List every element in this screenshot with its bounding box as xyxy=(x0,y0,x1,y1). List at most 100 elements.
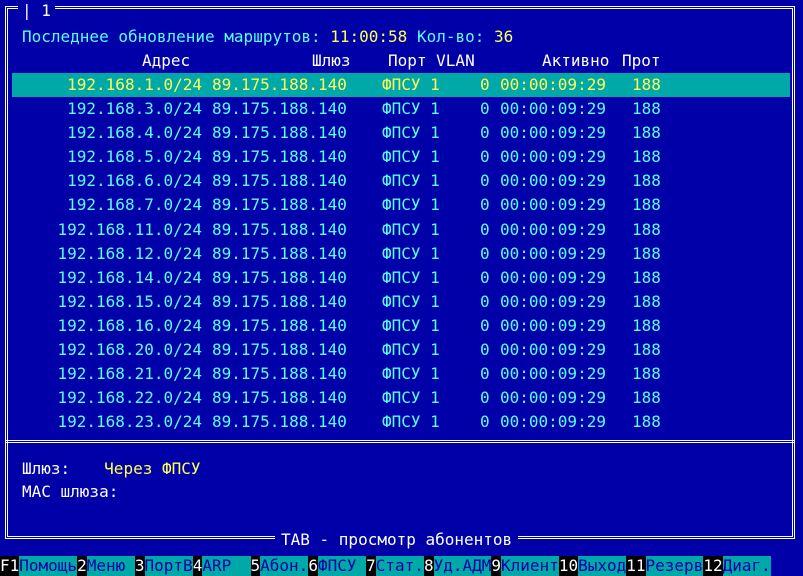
route-active: 00:00:09:29 xyxy=(500,195,606,215)
route-vlan: 0 xyxy=(480,219,490,239)
route-active: 00:00:09:29 xyxy=(500,315,606,335)
route-row[interactable]: 192.168.21.0/24 89.175.188.140 ФПСУ 1 0 00:0… xyxy=(12,362,790,386)
route-active: 00:00:09:29 xyxy=(500,291,606,311)
fkey-label: ФПСУ xyxy=(317,556,367,576)
fkey-12[interactable]: 12 Диаг. xyxy=(703,556,771,576)
route-active: 00:00:09:29 xyxy=(500,412,606,432)
fkey-label: Стат. xyxy=(375,556,424,576)
route-row[interactable]: 192.168.12.0/24 89.175.188.140 ФПСУ 1 0 00:0… xyxy=(12,242,790,266)
fkey-label: Уд.АДМ xyxy=(433,556,492,576)
route-gateway: 89.175.188.140 xyxy=(212,364,347,384)
route-row[interactable]: 192.168.11.0/24 89.175.188.140 ФПСУ 1 0 00:0… xyxy=(12,218,790,242)
window-tab-indicator[interactable]: | 1 xyxy=(18,0,55,22)
route-protocol: 188 xyxy=(632,123,661,143)
route-port: ФПСУ 1 xyxy=(382,315,440,335)
route-gateway: 89.175.188.140 xyxy=(212,412,347,432)
route-port: ФПСУ 1 xyxy=(382,147,440,167)
route-vlan: 0 xyxy=(480,171,490,191)
route-row[interactable]: 192.168.1.0/24 89.175.188.140 ФПСУ 1 0 00:00… xyxy=(12,73,790,98)
fkey-4[interactable]: 4 ARP xyxy=(192,556,251,576)
route-address: 192.168.5.0/24 xyxy=(67,147,202,167)
route-vlan: 0 xyxy=(480,195,490,215)
col-header-protocol: Прот xyxy=(622,51,661,70)
route-gateway: 89.175.188.140 xyxy=(212,123,347,143)
route-protocol: 188 xyxy=(632,75,661,94)
gateway-label: Шлюз: xyxy=(22,459,71,478)
route-gateway: 89.175.188.140 xyxy=(212,267,347,287)
route-count: 36 xyxy=(494,27,514,46)
route-row[interactable]: 192.168.15.0/24 89.175.188.140 ФПСУ 1 0 00:0… xyxy=(12,290,790,314)
route-gateway: 89.175.188.140 xyxy=(212,340,347,360)
route-gateway: 89.175.188.140 xyxy=(212,195,347,215)
fkey-6[interactable]: 6 ФПСУ xyxy=(308,556,367,576)
route-active: 00:00:09:29 xyxy=(500,364,606,384)
fkey-number: F1 xyxy=(0,556,20,576)
fkey-2[interactable]: 2 Меню xyxy=(77,556,135,576)
route-row[interactable]: 192.168.14.0/24 89.175.188.140 ФПСУ 1 0 00:0… xyxy=(12,266,790,290)
route-port: ФПСУ 1 xyxy=(382,364,440,384)
fkey-label: Меню xyxy=(86,556,135,576)
route-active: 00:00:09:29 xyxy=(500,147,606,167)
route-row[interactable]: 192.168.23.0/24 89.175.188.140 ФПСУ 1 0 00:0… xyxy=(12,410,790,434)
route-row[interactable]: 192.168.5.0/24 89.175.188.140 ФПСУ 1 0 00:00… xyxy=(12,145,790,169)
fkey-10[interactable]: 10 Выход xyxy=(558,556,627,576)
route-gateway: 89.175.188.140 xyxy=(212,291,347,311)
route-vlan: 0 xyxy=(480,364,490,384)
fkey-5[interactable]: 5 Абон. xyxy=(250,556,309,576)
route-port: ФПСУ 1 xyxy=(382,123,440,143)
route-protocol: 188 xyxy=(632,291,661,311)
route-active: 00:00:09:29 xyxy=(500,75,606,94)
route-vlan: 0 xyxy=(480,267,490,287)
route-protocol: 188 xyxy=(632,340,661,360)
route-port: ФПСУ 1 xyxy=(382,388,440,408)
fkey-number: 2 xyxy=(77,556,87,576)
route-row[interactable]: 192.168.16.0/24 89.175.188.140 ФПСУ 1 0 00:0… xyxy=(12,314,790,338)
col-header-port-vlan: Порт VLAN xyxy=(388,51,475,70)
route-vlan: 0 xyxy=(480,99,490,119)
route-address: 192.168.15.0/24 xyxy=(57,291,203,311)
route-row[interactable]: 192.168.3.0/24 89.175.188.140 ФПСУ 1 0 00:00… xyxy=(12,97,790,121)
gateway-value: Через ФПСУ xyxy=(104,459,201,478)
fkey-11[interactable]: 11 Резерв xyxy=(626,556,704,576)
route-gateway: 89.175.188.140 xyxy=(212,171,347,191)
fkey-number: 7 xyxy=(366,556,376,576)
route-gateway: 89.175.188.140 xyxy=(212,388,347,408)
route-address: 192.168.12.0/24 xyxy=(57,243,203,263)
route-port: ФПСУ 1 xyxy=(382,99,440,119)
fkey-7[interactable]: 7 Стат. xyxy=(366,556,424,576)
fkey-1[interactable]: F1 Помощь xyxy=(0,556,78,576)
update-label: Последнее обновление маршрутов: xyxy=(22,27,331,46)
route-gateway: 89.175.188.140 xyxy=(212,147,347,167)
fkey-3[interactable]: 3 ПортВ xyxy=(134,556,193,576)
fkey-label: Клиент xyxy=(501,556,559,576)
route-port: ФПСУ 1 xyxy=(382,195,440,215)
route-address: 192.168.6.0/24 xyxy=(67,171,202,191)
route-protocol: 188 xyxy=(632,219,661,239)
fkey-label: Абон. xyxy=(260,556,309,576)
route-row[interactable]: 192.168.6.0/24 89.175.188.140 ФПСУ 1 0 00:00… xyxy=(12,169,790,193)
route-protocol: 188 xyxy=(632,171,661,191)
gateway-info: Шлюз: Через ФПСУ xyxy=(22,458,201,480)
fkey-8[interactable]: 8 Уд.АДМ xyxy=(423,556,492,576)
route-row[interactable]: 192.168.22.0/24 89.175.188.140 ФПСУ 1 0 00:0… xyxy=(12,386,790,410)
fkey-number: 5 xyxy=(250,556,261,576)
route-row[interactable]: 192.168.4.0/24 89.175.188.140 ФПСУ 1 0 00:00… xyxy=(12,121,790,145)
fkey-number: 6 xyxy=(308,556,318,576)
route-vlan: 0 xyxy=(480,412,490,432)
col-header-active: Активно xyxy=(542,51,610,70)
route-gateway: 89.175.188.140 xyxy=(212,243,347,263)
route-address: 192.168.1.0/24 xyxy=(67,75,202,94)
route-port: ФПСУ 1 xyxy=(382,75,440,94)
route-row[interactable]: 192.168.7.0/24 89.175.188.140 ФПСУ 1 0 00:00… xyxy=(12,193,790,217)
route-row[interactable]: 192.168.20.0/24 89.175.188.140 ФПСУ 1 0 00:0… xyxy=(12,338,790,362)
route-gateway: 89.175.188.140 xyxy=(212,315,347,335)
mac-info: MAC шлюза: xyxy=(22,481,118,503)
routes-table[interactable]: 192.168.1.0/24 89.175.188.140 ФПСУ 1 0 00:00… xyxy=(12,73,790,434)
route-active: 00:00:09:29 xyxy=(500,267,606,287)
count-label: Кол-во: xyxy=(407,27,495,46)
route-port: ФПСУ 1 xyxy=(382,412,440,432)
fkey-9[interactable]: 9 Клиент xyxy=(491,556,559,576)
route-vlan: 0 xyxy=(480,315,490,335)
route-vlan: 0 xyxy=(480,388,490,408)
fkey-number: 11 xyxy=(626,556,646,576)
